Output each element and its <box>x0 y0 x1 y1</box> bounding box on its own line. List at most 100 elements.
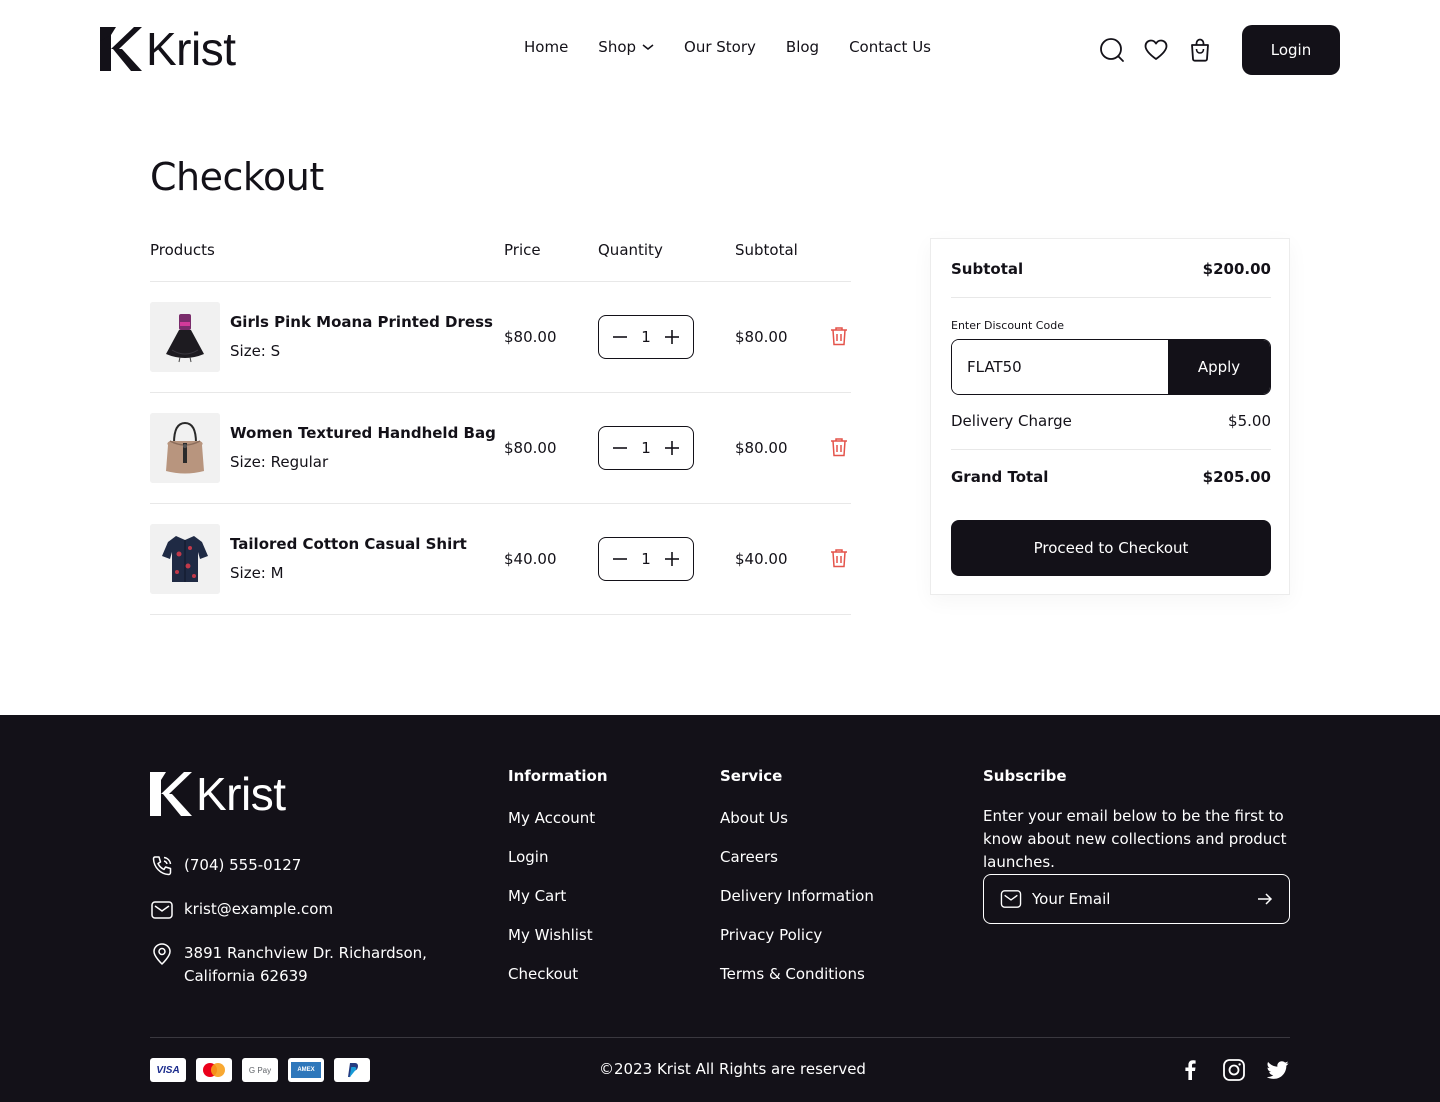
quantity-value: 1 <box>641 328 651 346</box>
summary-subtotal-label: Subtotal <box>951 260 1024 278</box>
header-price: Price <box>504 241 541 259</box>
increase-button[interactable] <box>663 328 681 346</box>
search-icon <box>1100 38 1124 62</box>
twitter-link[interactable] <box>1266 1058 1290 1082</box>
footer-link-my-cart[interactable]: My Cart <box>508 887 608 926</box>
product-name[interactable]: Girls Pink Moana Printed Dress <box>230 313 493 331</box>
plus-icon <box>664 330 679 344</box>
footer-link-checkout[interactable]: Checkout <box>508 965 608 1004</box>
google-pay-icon: G Pay <box>242 1058 278 1082</box>
footer-information-column: Information My Account Login My Cart My … <box>508 767 608 1004</box>
gpay-label: G Pay <box>248 1065 272 1075</box>
nav-shop-label: Shop <box>598 38 637 56</box>
product-price: $80.00 <box>504 439 557 457</box>
minus-icon <box>613 336 627 338</box>
site-footer: Krist (704) 555-0127 krist@example.com 3… <box>0 715 1440 1102</box>
product-size: Size: S <box>230 342 281 360</box>
amex-icon: AMEX <box>288 1058 324 1082</box>
remove-item-button[interactable] <box>830 437 850 459</box>
product-name[interactable]: Women Textured Handheld Bag <box>230 424 496 442</box>
trash-icon <box>831 549 847 568</box>
payment-methods: VISA G Pay AMEX <box>150 1058 380 1082</box>
visa-label: VISA <box>156 1064 180 1076</box>
footer-service-column: Service About Us Careers Delivery Inform… <box>720 767 874 1004</box>
table-row: Tailored Cotton Casual Shirt Size: M $40… <box>150 504 851 615</box>
cart-button[interactable] <box>1186 36 1214 64</box>
nav-blog[interactable]: Blog <box>786 38 819 56</box>
decrease-button[interactable] <box>611 439 629 457</box>
header-subtotal: Subtotal <box>735 241 798 259</box>
mastercard-icon <box>196 1058 232 1082</box>
footer-link-my-wishlist[interactable]: My Wishlist <box>508 926 608 965</box>
amex-label: AMEX <box>297 1067 315 1073</box>
nav-our-story[interactable]: Our Story <box>684 38 756 56</box>
visa-icon: VISA <box>150 1058 186 1082</box>
footer-link-terms-conditions[interactable]: Terms & Conditions <box>720 965 874 1004</box>
footer-email-text: krist@example.com <box>184 900 334 918</box>
product-image-bag[interactable] <box>150 413 220 483</box>
product-price: $80.00 <box>504 328 557 346</box>
remove-item-button[interactable] <box>830 548 850 570</box>
footer-link-privacy-policy[interactable]: Privacy Policy <box>720 926 874 965</box>
bag-image <box>150 413 220 483</box>
page-title: Checkout <box>150 155 324 199</box>
quantity-stepper: 1 <box>598 315 694 359</box>
footer-link-delivery-information[interactable]: Delivery Information <box>720 887 874 926</box>
service-title: Service <box>720 767 783 785</box>
footer-link-careers[interactable]: Careers <box>720 848 874 887</box>
nav-contact-us[interactable]: Contact Us <box>849 38 931 56</box>
trash-icon <box>831 438 847 457</box>
apply-discount-button[interactable]: Apply <box>1168 340 1270 394</box>
brand-name: Krist <box>146 23 236 75</box>
wishlist-button[interactable] <box>1142 36 1170 64</box>
product-image-dress[interactable] <box>150 302 220 372</box>
footer-email[interactable]: krist@example.com <box>150 898 333 922</box>
delivery-row: Delivery Charge $5.00 <box>951 412 1271 430</box>
discount-code-input[interactable] <box>952 340 1168 394</box>
subscribe-email-input[interactable] <box>1032 890 1257 908</box>
quantity-value: 1 <box>641 550 651 568</box>
nav-home[interactable]: Home <box>524 38 568 56</box>
footer-phone[interactable]: (704) 555-0127 <box>150 854 301 878</box>
footer-divider <box>150 1037 1290 1038</box>
decrease-button[interactable] <box>611 328 629 346</box>
instagram-link[interactable] <box>1222 1058 1246 1082</box>
delivery-label: Delivery Charge <box>951 412 1072 430</box>
increase-button[interactable] <box>663 439 681 457</box>
mail-icon <box>1000 890 1022 908</box>
header-quantity: Quantity <box>598 241 663 259</box>
nav-blog-label: Blog <box>785 38 820 56</box>
minus-icon <box>613 447 627 449</box>
footer-logo[interactable]: Krist <box>150 768 286 820</box>
shopping-bag-icon <box>1191 38 1209 62</box>
footer-brand-name: Krist <box>196 768 286 820</box>
logo-mark-icon <box>150 772 192 816</box>
footer-link-my-account[interactable]: My Account <box>508 809 608 848</box>
footer-phone-text: (704) 555-0127 <box>184 856 302 874</box>
nav-our-story-label: Our Story <box>684 38 756 56</box>
heart-icon <box>1144 39 1168 60</box>
table-row: Women Textured Handheld Bag Size: Regula… <box>150 393 851 504</box>
product-subtotal: $40.00 <box>735 550 788 568</box>
summary-subtotal-value: $200.00 <box>1202 260 1271 278</box>
product-name[interactable]: Tailored Cotton Casual Shirt <box>230 535 467 553</box>
remove-item-button[interactable] <box>830 326 850 348</box>
main-nav: Home Shop Our Story Blog Contact Us <box>524 38 961 56</box>
footer-link-about-us[interactable]: About Us <box>720 809 874 848</box>
login-button[interactable]: Login <box>1242 25 1340 75</box>
plus-icon <box>664 552 679 566</box>
trash-icon <box>831 327 847 346</box>
site-header: Krist Home Shop Our Story Blog Contact U… <box>0 0 1440 100</box>
decrease-button[interactable] <box>611 550 629 568</box>
arrow-right-icon[interactable] <box>1257 892 1273 906</box>
search-button[interactable] <box>1098 36 1126 64</box>
proceed-to-checkout-button[interactable]: Proceed to Checkout <box>951 520 1271 576</box>
increase-button[interactable] <box>663 550 681 568</box>
product-image-shirt[interactable] <box>150 524 220 594</box>
brand-logo[interactable]: Krist <box>100 23 236 75</box>
footer-link-login[interactable]: Login <box>508 848 608 887</box>
nav-shop[interactable]: Shop <box>598 38 654 56</box>
dress-image <box>150 302 220 372</box>
subscribe-text: Enter your email below to be the first t… <box>983 807 1287 871</box>
facebook-link[interactable] <box>1178 1058 1202 1082</box>
